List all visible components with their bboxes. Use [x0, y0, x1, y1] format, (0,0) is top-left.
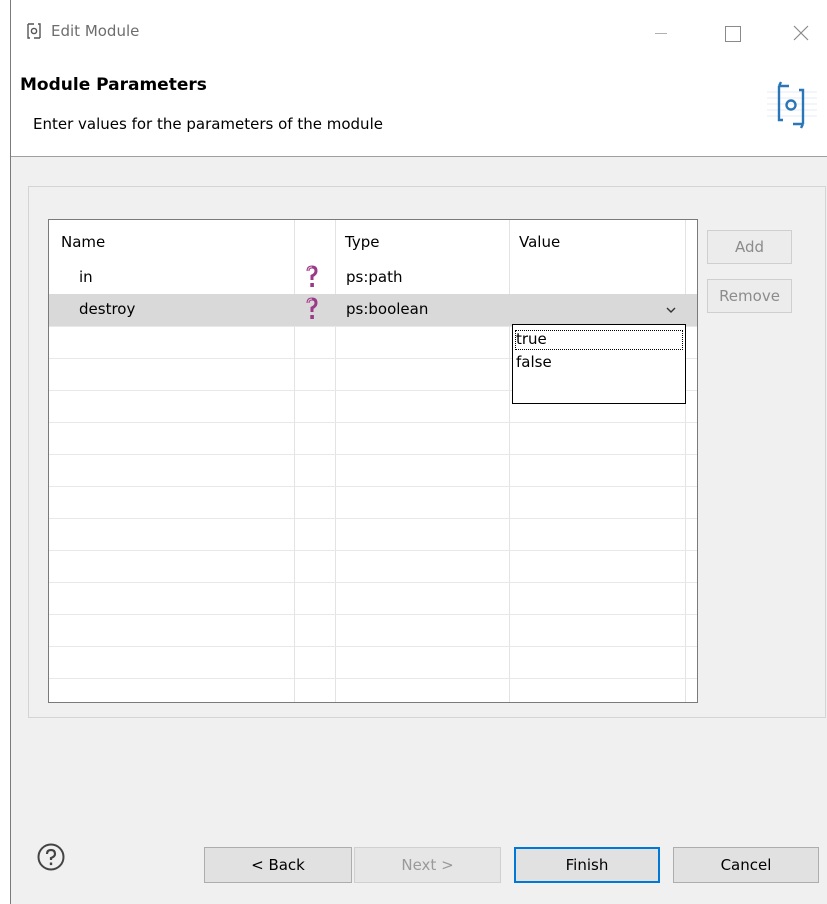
edit-module-dialog: Edit Module Module Parameters Enter valu… — [10, 0, 827, 904]
row-divider — [49, 486, 697, 487]
param-type: ps:path — [346, 268, 403, 286]
row-divider — [49, 678, 697, 679]
back-button[interactable]: < Back — [204, 847, 352, 883]
table-row[interactable]: in ps:path — [49, 262, 697, 294]
value-dropdown-list[interactable]: true false — [512, 324, 686, 404]
row-divider — [49, 422, 697, 423]
finish-button[interactable]: Finish — [514, 847, 660, 883]
remove-button[interactable]: Remove — [707, 279, 792, 313]
title-bar[interactable]: Edit Module — [11, 0, 827, 66]
chevron-down-icon[interactable] — [666, 306, 676, 314]
param-type: ps:boolean — [346, 300, 429, 318]
table-row-selected[interactable]: destroy ps:boolean — [49, 294, 697, 326]
param-name: destroy — [79, 300, 136, 318]
param-name: in — [79, 268, 93, 286]
question-mark-icon — [306, 297, 318, 319]
next-button[interactable]: Next > — [354, 847, 501, 883]
parameters-table[interactable]: Name Type Value in ps:path destroy ps:bo… — [48, 219, 698, 703]
help-icon[interactable] — [36, 842, 66, 872]
cancel-button[interactable]: Cancel — [673, 847, 819, 883]
add-button[interactable]: Add — [707, 230, 792, 264]
row-divider — [49, 518, 697, 519]
wizard-header: Module Parameters Enter values for the p… — [11, 66, 827, 157]
window-title: Edit Module — [51, 22, 140, 40]
column-header-value[interactable]: Value — [519, 233, 560, 251]
module-icon — [27, 23, 41, 39]
row-divider — [49, 454, 697, 455]
page-description: Enter values for the parameters of the m… — [33, 115, 383, 133]
minimize-button[interactable] — [641, 16, 681, 50]
row-divider — [49, 646, 697, 647]
row-divider — [49, 582, 697, 583]
close-icon[interactable] — [781, 16, 821, 50]
maximize-button[interactable] — [711, 16, 751, 50]
dropdown-option-false[interactable]: false — [515, 353, 683, 373]
column-header-type[interactable]: Type — [345, 233, 379, 251]
dropdown-option-true[interactable]: true — [515, 330, 683, 350]
module-banner-icon — [767, 81, 817, 129]
row-divider — [49, 614, 697, 615]
row-divider — [49, 550, 697, 551]
page-title: Module Parameters — [20, 75, 207, 95]
question-mark-icon — [306, 265, 318, 287]
column-header-name[interactable]: Name — [61, 233, 105, 251]
